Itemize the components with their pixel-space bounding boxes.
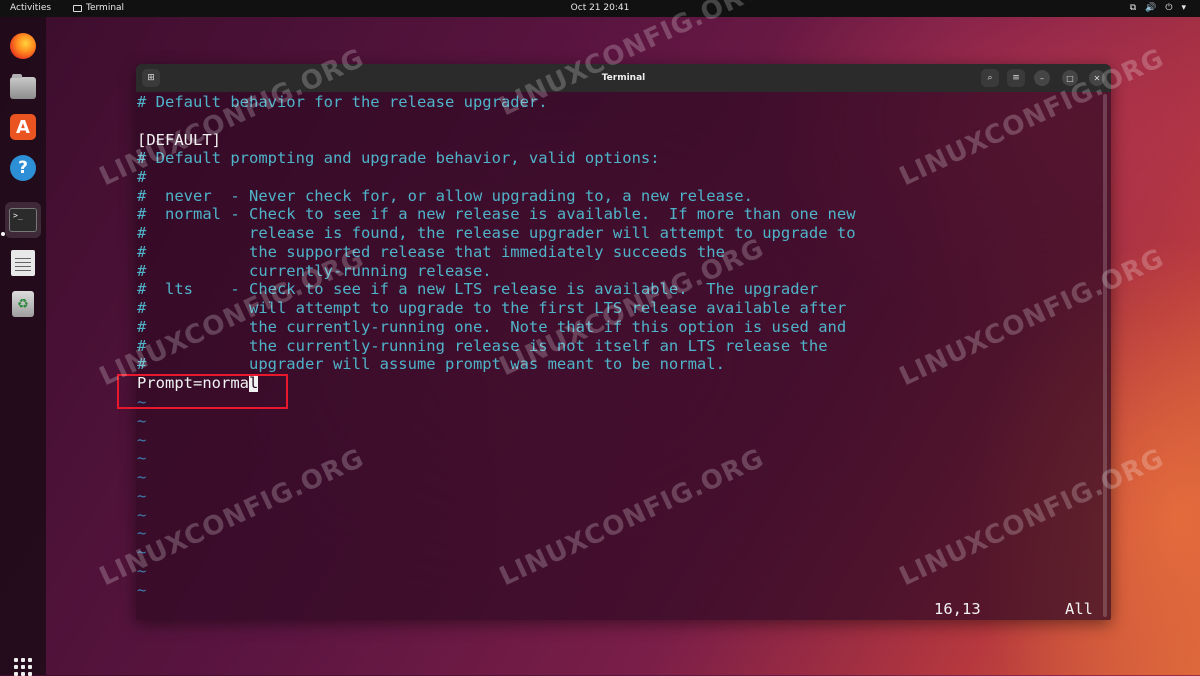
file-line: [DEFAULT] (137, 131, 221, 149)
files-icon (10, 74, 36, 99)
power-icon: ⏻ (1165, 3, 1173, 13)
dock-files[interactable] (7, 72, 39, 104)
file-line: # the supported release that immediately… (137, 243, 725, 261)
help-icon: ? (10, 155, 36, 181)
empty-line-marker: ~ (137, 468, 147, 486)
title-bar[interactable]: ⊞ Terminal ⌕ ≡ – □ ✕ (136, 64, 1111, 92)
empty-line-marker: ~ (137, 506, 147, 524)
new-tab-icon[interactable]: ⊞ (142, 69, 160, 87)
search-icon[interactable]: ⌕ (981, 69, 999, 87)
empty-line-marker: ~ (137, 543, 147, 561)
app-menu[interactable]: Terminal (73, 0, 124, 17)
scroll-position: All (1065, 600, 1093, 618)
empty-line-marker: ~ (137, 487, 147, 505)
cursor-position: 16,13 (934, 600, 981, 618)
terminal-window: ⊞ Terminal ⌕ ≡ – □ ✕ # Default behavior … (136, 64, 1111, 620)
empty-line-marker: ~ (137, 431, 147, 449)
window-title: Terminal (601, 73, 646, 83)
empty-line-marker: ~ (137, 562, 147, 580)
file-line: # Default behavior for the release upgra… (137, 93, 548, 111)
minimize-icon[interactable]: – (1034, 70, 1050, 86)
app-menu-label: Terminal (86, 3, 125, 13)
show-apps-icon[interactable] (14, 658, 32, 676)
dock-trash[interactable]: ♻ (7, 288, 39, 320)
empty-line-marker: ~ (137, 412, 147, 430)
trash-icon: ♻ (12, 291, 34, 317)
volume-icon: 🔊 (1145, 3, 1157, 13)
close-icon[interactable]: ✕ (1089, 70, 1105, 86)
maximize-icon[interactable]: □ (1062, 70, 1078, 86)
terminal-content[interactable]: # Default behavior for the release upgra… (136, 92, 1111, 620)
file-line: # lts - Check to see if a new LTS releas… (137, 280, 819, 298)
terminal-mini-icon (73, 5, 82, 12)
dock-software[interactable]: A (7, 111, 39, 143)
dock-help[interactable]: ? (7, 152, 39, 184)
software-store-icon: A (10, 114, 36, 140)
file-line: # release is found, the release upgrader… (137, 224, 856, 242)
empty-line-marker: ~ (137, 524, 147, 542)
highlight-annotation (117, 374, 288, 409)
dock-terminal[interactable]: >_ (5, 202, 41, 238)
empty-line-marker: ~ (137, 581, 147, 599)
file-line: # upgrader will assume prompt was meant … (137, 355, 725, 373)
activities-button[interactable]: Activities (10, 0, 51, 17)
terminal-icon: >_ (9, 208, 37, 232)
network-icon: ⧉ (1129, 3, 1137, 13)
file-line: # (137, 168, 147, 186)
text-editor-icon (11, 250, 35, 276)
file-line: # will attempt to upgrade to the first L… (137, 299, 847, 317)
top-bar: Activities Terminal Oct 21 20:41 ⧉ 🔊 ⏻ ▾ (0, 0, 1200, 17)
firefox-icon (10, 33, 36, 59)
file-line: # never - Never check for, or allow upgr… (137, 187, 753, 205)
file-line: # currently-running release. (137, 262, 492, 280)
file-line: # Default prompting and upgrade behavior… (137, 149, 660, 167)
system-tray[interactable]: ⧉ 🔊 ⏻ ▾ (1130, 0, 1186, 17)
dock: A ? >_ ♻ (0, 17, 46, 676)
clock[interactable]: Oct 21 20:41 (0, 0, 1200, 17)
file-line: # the currently-running one. Note that i… (137, 318, 847, 336)
dock-text-editor[interactable] (7, 247, 39, 279)
dock-firefox[interactable] (7, 30, 39, 62)
file-line: # normal - Check to see if a new release… (137, 205, 856, 223)
menu-icon[interactable]: ≡ (1007, 69, 1025, 87)
scrollbar[interactable] (1103, 94, 1107, 617)
file-line: # the currently-running release is not i… (137, 337, 828, 355)
chevron-down-icon: ▾ (1181, 3, 1186, 13)
empty-line-marker: ~ (137, 449, 147, 467)
